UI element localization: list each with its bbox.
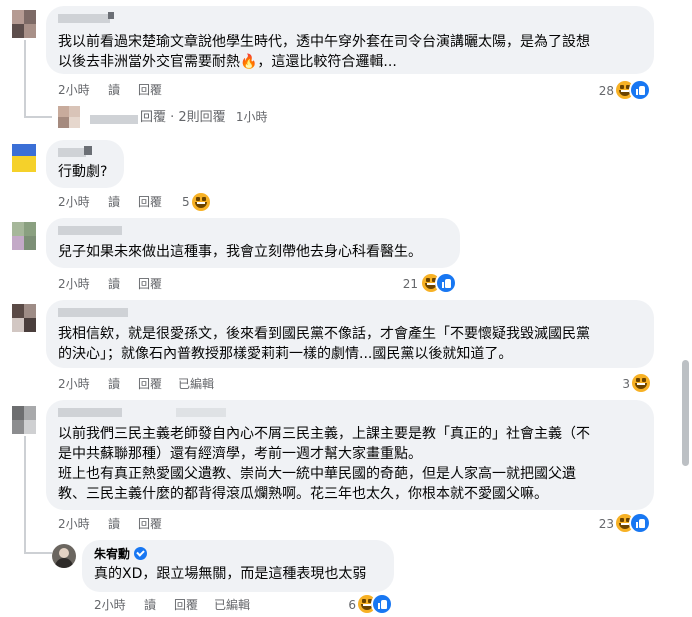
view-replies-link[interactable]: 回覆 · 2則回覆 1小時 <box>140 108 267 127</box>
haha-icon[interactable] <box>632 374 650 392</box>
author-name-redacted[interactable] <box>58 408 122 417</box>
reply-author-avatar[interactable] <box>52 544 76 568</box>
read-button[interactable]: 讀 <box>108 194 120 210</box>
reply-bubble: 朱宥勳 真的XD，跟立場無關，而是這種表現也太弱 <box>82 540 394 592</box>
author-name-redacted[interactable] <box>58 148 86 157</box>
comment-bubble: 以前我們三民主義老師發自內心不屑三民主義，上課主要是教「真正的」社會主義（不 是… <box>46 400 654 510</box>
view-replies-label: 回覆 · 2則回覆 <box>140 110 226 125</box>
reaction-count[interactable]: 3 <box>614 376 630 392</box>
reply-avatar[interactable] <box>58 106 80 128</box>
read-button[interactable]: 讀 <box>108 82 120 98</box>
read-button[interactable]: 讀 <box>108 276 120 292</box>
reply-button[interactable]: 回覆 <box>138 516 162 532</box>
verified-badge-icon <box>134 547 148 560</box>
thread-connector <box>24 436 26 554</box>
author-name-redacted <box>84 146 92 155</box>
comment-bubble: 兒子如果未來做出這種事，我會立刻帶他去身心科看醫生。 <box>46 218 460 268</box>
thread-connector <box>24 552 52 554</box>
author-name-redacted[interactable] <box>58 308 128 317</box>
avatar[interactable] <box>12 10 36 38</box>
like-icon[interactable] <box>631 514 649 532</box>
reply-button[interactable]: 回覆 <box>174 597 198 613</box>
haha-icon[interactable] <box>192 193 210 211</box>
reaction-count[interactable]: 6 <box>334 597 356 613</box>
reply-author-name[interactable]: 朱宥勳 <box>94 546 148 562</box>
comment-text: 兒子如果未來做出這種事，我會立刻帶他去身心科看醫生。 <box>58 244 422 260</box>
comment-actions: 2小時 讀 回覆 <box>58 516 258 532</box>
reply-button[interactable]: 回覆 <box>138 376 162 392</box>
read-button[interactable]: 讀 <box>144 597 156 613</box>
comment-text: 我以前看過宋楚瑜文章說他學生時代，透中午穿外套在司令台演講曬太陽，是為了設想 以… <box>58 34 590 70</box>
comment-actions: 2小時 讀 回覆 <box>58 276 258 292</box>
comment-text: 以前我們三民主義老師發自內心不屑三民主義，上課主要是教「真正的」社會主義（不 是… <box>58 426 590 502</box>
timestamp[interactable]: 2小時 <box>58 276 90 292</box>
reply-button[interactable]: 回覆 <box>138 194 162 210</box>
edited-label[interactable]: 已編輯 <box>214 597 250 613</box>
reply-author-label: 朱宥勳 <box>94 547 131 561</box>
like-icon[interactable] <box>631 81 649 99</box>
comment-bubble: 我以前看過宋楚瑜文章說他學生時代，透中午穿外套在司令台演講曬太陽，是為了設想 以… <box>46 6 654 74</box>
author-name-redacted[interactable] <box>58 226 122 235</box>
scrollbar-thumb[interactable] <box>682 360 689 466</box>
reply-actions: 2小時 讀 回覆 已編輯 <box>94 597 314 613</box>
scrollbar[interactable] <box>678 0 692 617</box>
reaction-count[interactable]: 21 <box>396 276 418 292</box>
thread-connector <box>24 40 26 118</box>
comment-text: 我相信欸，就是很愛孫文，後來看到國民黨不像話，才會產生「不要懷疑我毀滅國民黨 的… <box>58 326 590 362</box>
timestamp[interactable]: 2小時 <box>58 194 90 210</box>
timestamp[interactable]: 2小時 <box>58 376 90 392</box>
like-icon[interactable] <box>373 595 391 613</box>
reaction-count[interactable]: 28 <box>588 83 614 99</box>
like-icon[interactable] <box>437 274 455 292</box>
timestamp[interactable]: 2小時 <box>94 597 126 613</box>
reply-author-redacted <box>90 115 138 124</box>
author-name-redacted[interactable] <box>58 14 110 23</box>
read-button[interactable]: 讀 <box>108 376 120 392</box>
edited-label[interactable]: 已編輯 <box>178 376 214 392</box>
avatar[interactable] <box>12 304 36 332</box>
thread-connector <box>24 116 52 118</box>
reply-button[interactable]: 回覆 <box>138 276 162 292</box>
avatar[interactable] <box>12 406 36 434</box>
comment-actions: 2小時 讀 回覆 已編輯 <box>58 376 358 392</box>
avatar[interactable] <box>12 144 36 172</box>
avatar[interactable] <box>12 222 36 250</box>
comment-bubble: 行動劇? <box>46 140 124 188</box>
timestamp[interactable]: 2小時 <box>58 516 90 532</box>
read-button[interactable]: 讀 <box>108 516 120 532</box>
comment-actions: 2小時 讀 回覆 5 <box>58 194 258 210</box>
reply-summary-time: 1小時 <box>235 110 268 124</box>
author-name-redacted <box>108 12 114 19</box>
reaction-count[interactable]: 23 <box>588 516 614 532</box>
reply-button[interactable]: 回覆 <box>138 82 162 98</box>
comment-bubble: 我相信欸，就是很愛孫文，後來看到國民黨不像話，才會產生「不要懷疑我毀滅國民黨 的… <box>46 300 654 368</box>
author-name-redacted <box>176 408 226 417</box>
reply-text: 真的XD，跟立場無關，而是這種表現也太弱 <box>94 566 367 582</box>
timestamp[interactable]: 2小時 <box>58 82 90 98</box>
comment-actions: 2小時 讀 回覆 <box>58 82 658 98</box>
comment-text: 行動劇? <box>58 164 108 180</box>
reaction-count[interactable]: 5 <box>182 194 190 210</box>
